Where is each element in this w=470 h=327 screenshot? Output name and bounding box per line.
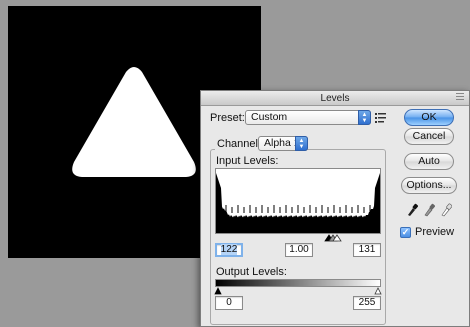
input-gamma-field[interactable]: 1.00 [285, 243, 313, 257]
preset-value: Custom [251, 111, 288, 123]
output-slider[interactable] [213, 287, 383, 295]
output-black-field[interactable]: 0 [215, 296, 243, 310]
preview-label: Preview [415, 226, 455, 238]
levels-dialog: Levels Preset: Custom ▲ ▼ Channel: Alpha … [200, 90, 470, 327]
cancel-button[interactable]: Cancel [404, 128, 454, 145]
input-black-field[interactable]: 122 [215, 243, 243, 257]
preset-select[interactable]: Custom ▲ ▼ [245, 110, 371, 125]
output-gradient-bar [215, 279, 381, 287]
histogram [215, 168, 381, 234]
channel-select[interactable]: Alpha 1 ▲ ▼ [258, 136, 308, 151]
output-white-handle [374, 287, 382, 295]
list-menu-icon[interactable] [375, 112, 386, 123]
dialog-titlebar[interactable]: Levels [201, 91, 469, 106]
auto-button[interactable]: Auto [404, 153, 454, 170]
input-slider[interactable] [215, 234, 381, 242]
select-arrows-icon: ▲ ▼ [295, 136, 308, 151]
channel-label: Channel: [215, 138, 264, 150]
preset-label: Preset: [210, 112, 245, 124]
options-button[interactable]: Options... [401, 177, 457, 194]
resize-grip-icon [456, 93, 464, 103]
output-black-value: 0 [226, 297, 232, 308]
output-black-handle [214, 287, 222, 295]
input-levels-label: Input Levels: [216, 155, 279, 167]
input-white-value: 131 [358, 244, 376, 255]
input-black-value: 122 [220, 244, 238, 255]
eyedropper-black-icon[interactable] [406, 203, 418, 217]
output-white-value: 255 [358, 297, 376, 308]
input-white-field[interactable]: 131 [353, 243, 381, 257]
ok-button[interactable]: OK [404, 109, 454, 126]
eyedropper-gray-icon[interactable] [423, 203, 435, 217]
output-white-field[interactable]: 255 [353, 296, 381, 310]
preview-checkbox[interactable]: ✓ [400, 227, 411, 238]
input-gamma-value: 1.00 [289, 244, 309, 255]
dialog-title: Levels [320, 93, 350, 104]
eyedropper-white-icon[interactable] [440, 203, 452, 217]
select-arrows-icon: ▲ ▼ [358, 110, 371, 125]
histogram-fill [216, 173, 380, 233]
output-levels-label: Output Levels: [216, 266, 287, 278]
